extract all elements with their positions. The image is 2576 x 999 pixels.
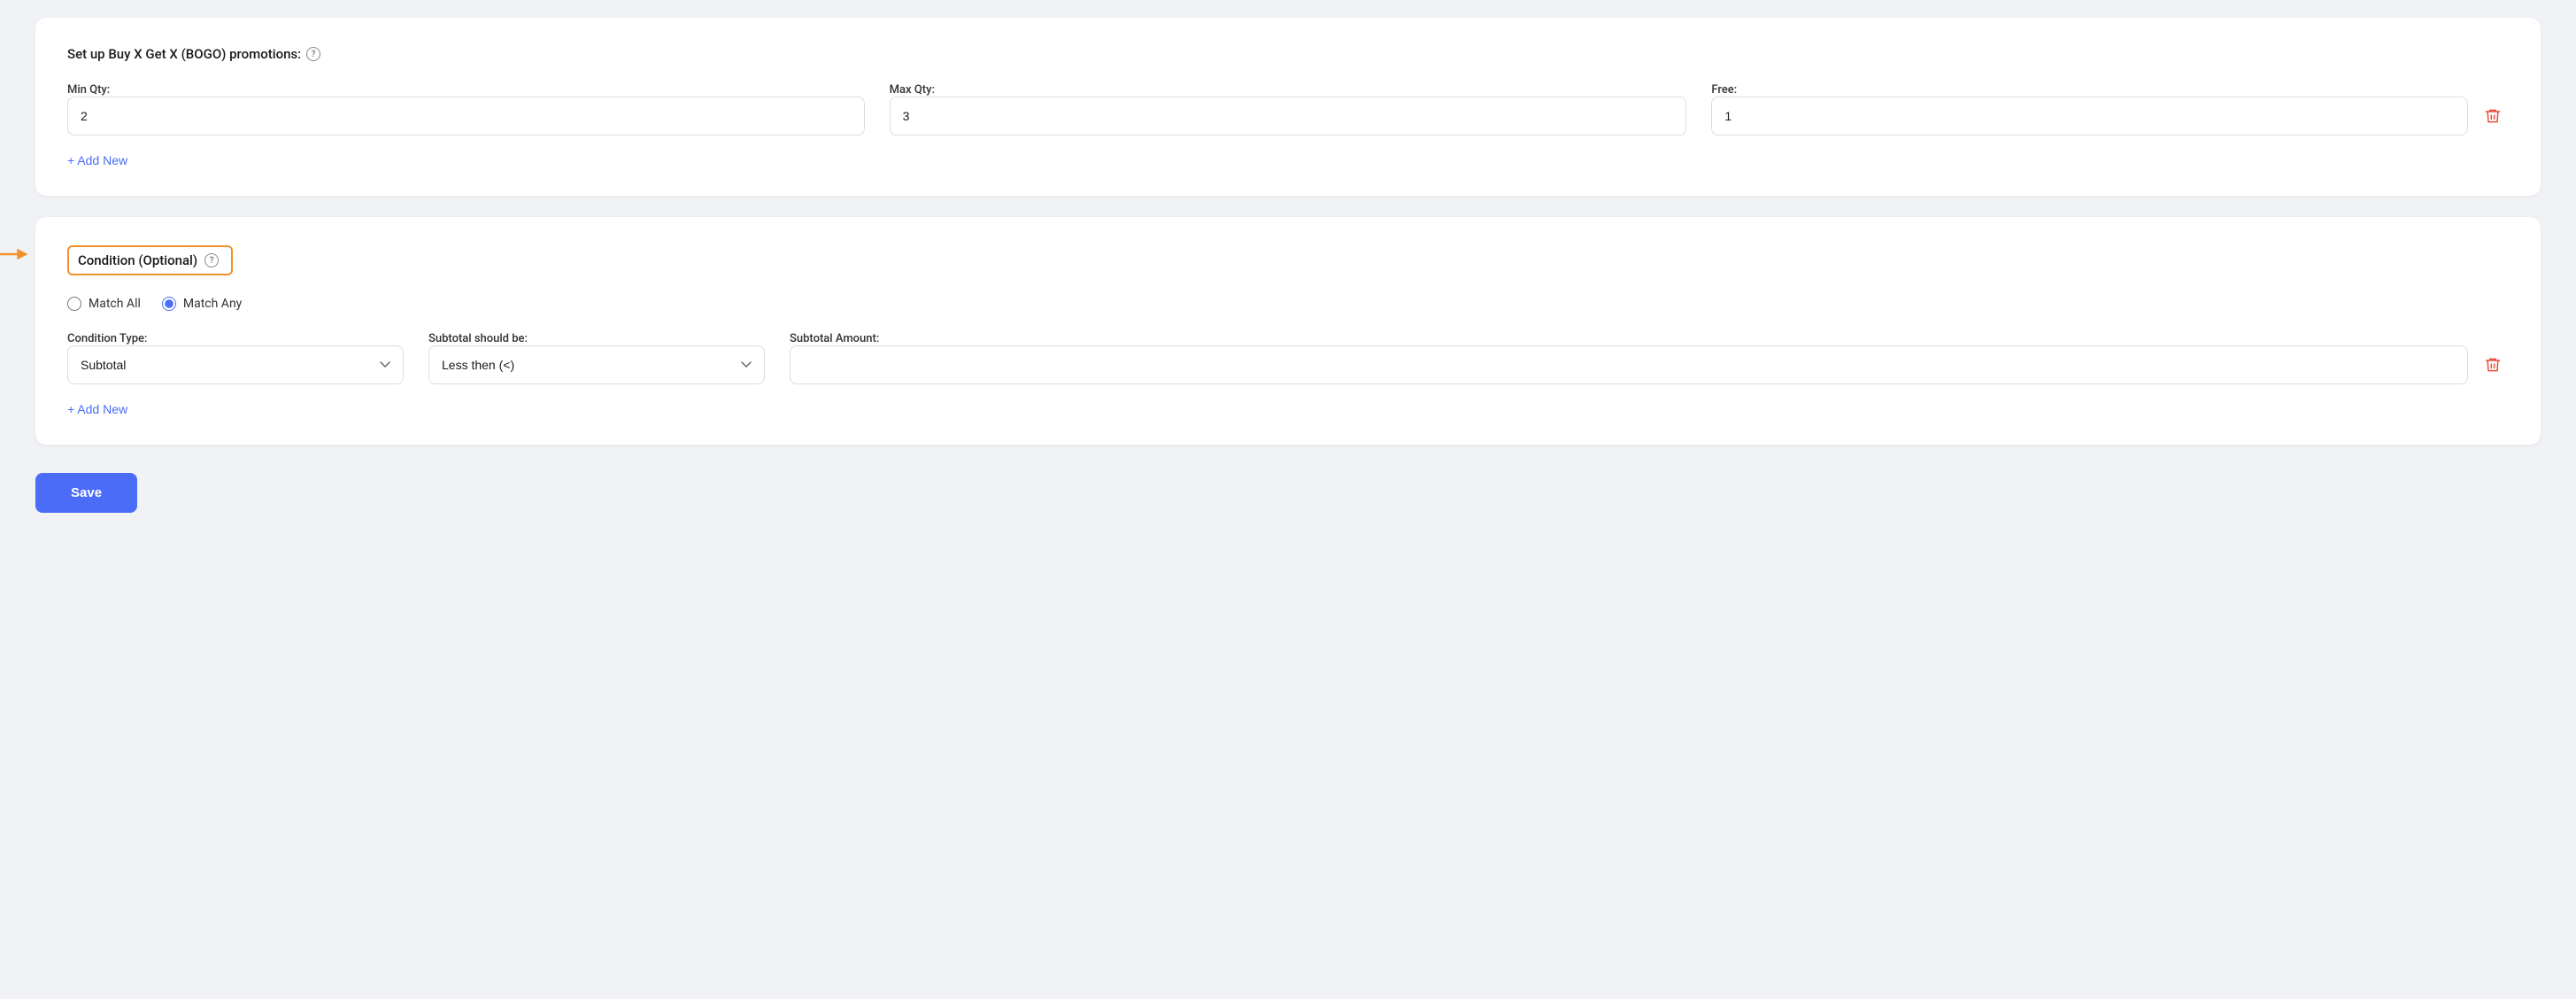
min-qty-label: Min Qty: (67, 83, 865, 97)
trash-icon (2484, 107, 2502, 125)
condition-type-group: Condition Type: Subtotal Total Quantity (67, 332, 404, 384)
max-qty-input[interactable] (890, 97, 1687, 136)
match-all-text: Match All (89, 297, 141, 311)
condition-info-icon: ? (204, 253, 219, 267)
condition-type-label: Condition Type: (67, 332, 404, 345)
subtotal-amount-label: Subtotal Amount: (790, 332, 2468, 345)
condition-title-text: Condition (Optional) (78, 252, 197, 268)
subtotal-amount-group: Subtotal Amount: (790, 332, 2509, 384)
free-label: Free: (1711, 83, 2468, 97)
condition-delete-button[interactable] (2477, 345, 2509, 384)
bogo-add-new-button[interactable]: + Add New (67, 153, 127, 167)
match-any-radio[interactable] (162, 297, 176, 311)
free-qty-input[interactable] (1711, 97, 2468, 136)
bogo-add-new-label: + Add New (67, 153, 127, 167)
condition-card: Condition (Optional) ? Match All Match A… (35, 217, 2541, 445)
subtotal-should-select[interactable]: Less then (<) Greater then (>) Equal to … (428, 345, 765, 384)
max-qty-label: Max Qty: (890, 83, 1687, 97)
bogo-info-icon: ? (306, 47, 320, 61)
match-any-text: Match Any (183, 297, 242, 311)
min-qty-input[interactable] (67, 97, 865, 136)
condition-title-box: Condition (Optional) ? (67, 245, 233, 275)
condition-add-new-button[interactable]: + Add New (67, 402, 127, 416)
save-label: Save (71, 485, 102, 500)
save-button[interactable]: Save (35, 473, 137, 513)
subtotal-amount-input[interactable] (790, 345, 2468, 384)
subtotal-should-select-wrapper: Less then (<) Greater then (>) Equal to … (428, 345, 765, 384)
max-qty-group: Max Qty: (890, 83, 1687, 136)
match-all-radio[interactable] (67, 297, 81, 311)
arrow-icon (0, 244, 30, 265)
free-qty-group: Free: (1711, 83, 2509, 136)
match-any-label[interactable]: Match Any (162, 297, 242, 311)
bogo-fields-row: Min Qty: Max Qty: Free: (67, 83, 2509, 136)
match-all-label[interactable]: Match All (67, 297, 141, 311)
condition-type-select[interactable]: Subtotal Total Quantity (67, 345, 404, 384)
bogo-delete-button[interactable] (2477, 97, 2509, 136)
bogo-card: Set up Buy X Get X (BOGO) promotions: ? … (35, 18, 2541, 196)
orange-arrow (0, 244, 30, 265)
condition-trash-icon (2484, 356, 2502, 374)
condition-type-select-wrapper: Subtotal Total Quantity (67, 345, 404, 384)
bogo-title-text: Set up Buy X Get X (BOGO) promotions: (67, 46, 301, 62)
subtotal-should-label: Subtotal should be: (428, 332, 765, 345)
condition-fields-row: Condition Type: Subtotal Total Quantity … (67, 332, 2509, 384)
condition-section-wrapper: Condition (Optional) ? Match All Match A… (35, 217, 2541, 445)
subtotal-should-group: Subtotal should be: Less then (<) Greate… (428, 332, 765, 384)
match-radio-group: Match All Match Any (67, 297, 2509, 311)
min-qty-group: Min Qty: (67, 83, 865, 136)
condition-add-new-label: + Add New (67, 402, 127, 416)
bogo-section-title: Set up Buy X Get X (BOGO) promotions: ? (67, 46, 2509, 62)
